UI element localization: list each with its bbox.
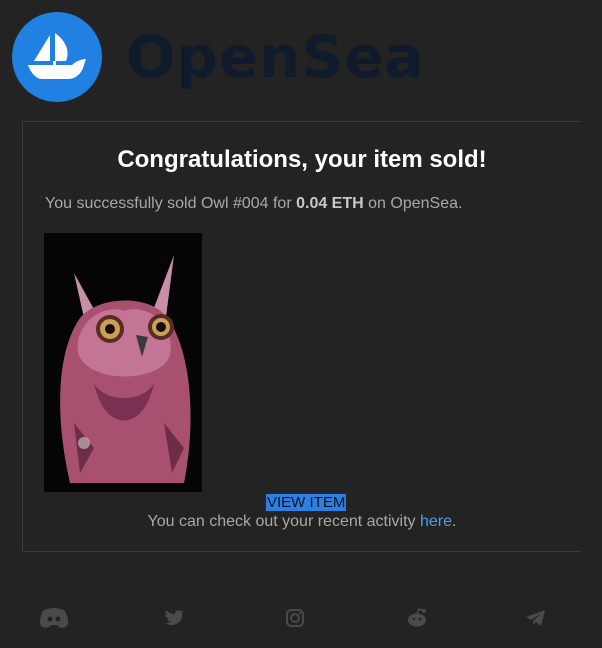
view-item-link[interactable]: VIEW ITEM bbox=[266, 494, 347, 511]
opensea-logo-icon[interactable] bbox=[12, 12, 102, 102]
social-links bbox=[0, 602, 602, 634]
sold-suffix: on OpenSea. bbox=[363, 195, 463, 212]
activity-prefix: You can check out your recent activity bbox=[147, 513, 420, 530]
twitter-icon[interactable] bbox=[158, 602, 190, 634]
sale-price: 0.04 ETH bbox=[296, 195, 364, 212]
page-title: Congratulations, your item sold! bbox=[117, 146, 487, 173]
discord-icon[interactable] bbox=[38, 602, 70, 634]
activity-suffix: . bbox=[452, 513, 457, 530]
nft-image[interactable] bbox=[44, 233, 202, 492]
sold-prefix: You successfully sold Owl #004 for bbox=[45, 195, 297, 212]
opensea-header: OpenSea bbox=[12, 12, 425, 102]
telegram-icon[interactable] bbox=[520, 602, 552, 634]
sold-message: You successfully sold Owl #004 for 0.04 … bbox=[45, 195, 462, 213]
sale-notification-card: Congratulations, your item sold! You suc… bbox=[22, 121, 581, 552]
activity-here-link[interactable]: here bbox=[420, 513, 452, 530]
reddit-icon[interactable] bbox=[401, 602, 433, 634]
opensea-wordmark: OpenSea bbox=[126, 23, 425, 91]
instagram-icon[interactable] bbox=[279, 602, 311, 634]
activity-message: You can check out your recent activity h… bbox=[23, 513, 581, 531]
